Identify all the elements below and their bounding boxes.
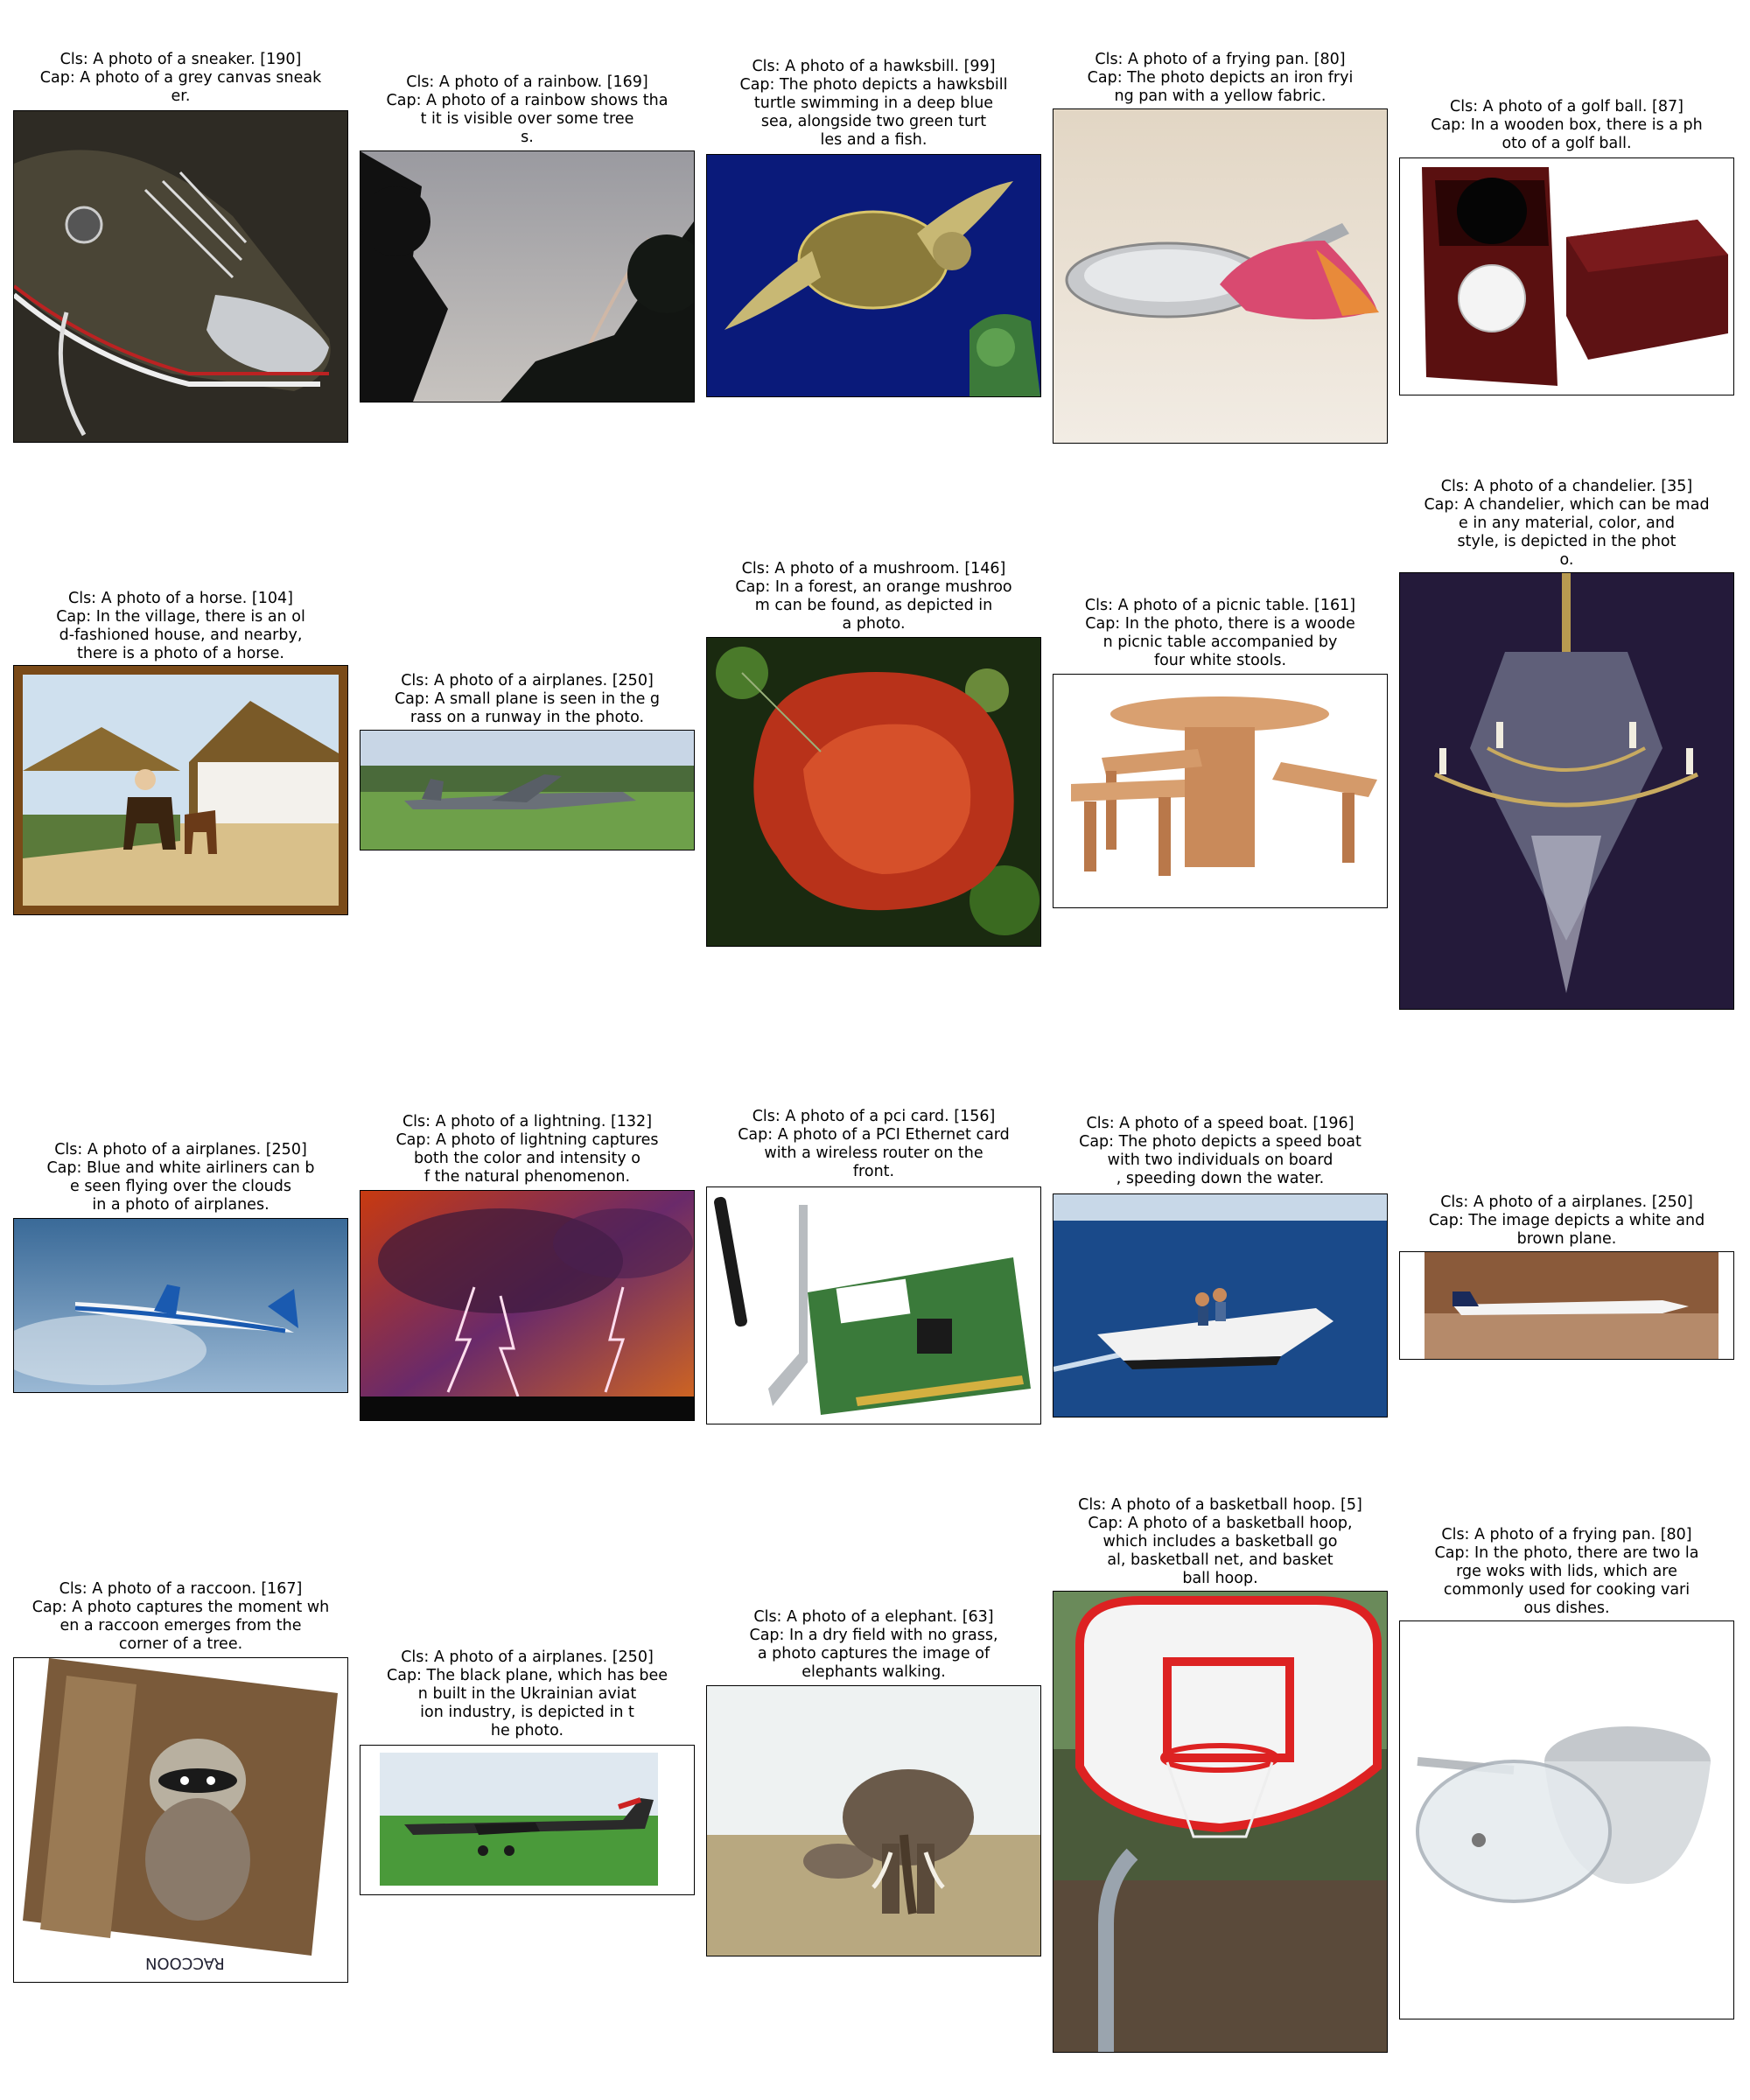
pci-card-icon <box>706 1186 1041 1424</box>
rainbow-icon <box>360 150 695 402</box>
cls-label: Cls: A photo of a hawksbill. [99] <box>752 58 996 75</box>
caption: Cls: A photo of a elephant. [63] Cap: In … <box>706 1608 1041 1682</box>
cls-label: Cls: A photo of a horse. [104] <box>67 590 293 607</box>
caption: Cls: A photo of a picnic table. [161] Cap… <box>1053 597 1388 670</box>
wok-icon <box>1399 1620 1734 2020</box>
cls-label: Cls: A photo of a frying pan. [80] <box>1441 1526 1692 1544</box>
caption: Cls: A photo of a golf ball. [87] Cap: In… <box>1399 98 1734 153</box>
airliner-icon <box>13 1218 348 1393</box>
airplane-icon <box>360 730 695 850</box>
cls-label: Cls: A photo of a airplanes. [250] <box>54 1141 307 1158</box>
cap-text: Cap: The image depicts a white and brown… <box>1428 1212 1705 1248</box>
cls-label: Cls: A photo of a mushroom. [146] <box>741 560 1006 578</box>
caption: Cls: A photo of a airplanes. [250] Cap: B… <box>13 1141 348 1214</box>
cls-label: Cls: A photo of a airplanes. [250] <box>1440 1194 1693 1211</box>
turtle-icon <box>706 154 1041 397</box>
caption: Cls: A photo of a sneaker. [190] Cap: A p… <box>13 51 348 106</box>
cap-text: Cap: A photo of lightning captures both … <box>396 1131 659 1186</box>
lightning-icon <box>360 1190 695 1421</box>
caption: Cls: A photo of a rainbow. [169] Cap: A p… <box>360 74 695 147</box>
caption: Cls: A photo of a airplanes. [250] Cap: T… <box>1399 1194 1734 1249</box>
cap-text: Cap: A chandelier, which can be mad e in… <box>1424 496 1710 569</box>
cls-label: Cls: A photo of a rainbow. [169] <box>406 74 648 91</box>
cls-label: Cls: A photo of a chandelier. [35] <box>1440 478 1693 495</box>
caption: Cls: A photo of a airplanes. [250] Cap: T… <box>360 1648 695 1740</box>
cap-text: Cap: In the photo, there is a woode n pi… <box>1085 615 1355 669</box>
cap-text: Cap: In a forest, an orange mushroo m ca… <box>735 578 1012 633</box>
cap-text: Cap: A photo captures the moment wh en a… <box>32 1599 330 1653</box>
caption: Cls: A photo of a mushroom. [146] Cap: In… <box>706 560 1041 634</box>
cap-text: Cap: A photo of a grey canvas sneak er. <box>39 69 322 105</box>
cap-text: Cap: In a dry field with no grass, a pho… <box>749 1627 998 1681</box>
cls-label: Cls: A photo of a golf ball. [87] <box>1450 98 1684 116</box>
caption: Cls: A photo of a lightning. [132] Cap: A… <box>360 1113 695 1186</box>
cap-text: Cap: A photo of a PCI Ethernet card with… <box>738 1126 1010 1180</box>
cap-text: Cap: Blue and white airliners can b e se… <box>46 1159 315 1214</box>
cap-text: Cap: A photo of a rainbow shows tha t it… <box>386 92 668 146</box>
sneaker-icon <box>13 110 348 443</box>
cls-label: Cls: A photo of a picnic table. [161] <box>1084 597 1356 614</box>
prop-plane-icon <box>360 1745 695 1895</box>
caption: Cls: A photo of a horse. [104] Cap: In th… <box>13 590 348 663</box>
speed-boat-icon <box>1053 1194 1388 1418</box>
horse-icon <box>13 665 348 915</box>
basketball-hoop-icon <box>1053 1591 1388 2053</box>
cls-label: Cls: A photo of a basketball hoop. [5] <box>1078 1496 1362 1514</box>
caption: Cls: A photo of a speed boat. [196] Cap: … <box>1053 1115 1388 1188</box>
caption: Cls: A photo of a airplanes. [250] Cap: A… <box>360 672 695 727</box>
cls-label: Cls: A photo of a speed boat. [196] <box>1086 1115 1354 1132</box>
cap-text: Cap: The black plane, which has bee n bu… <box>387 1667 668 1740</box>
raccoon-icon: RACCOON <box>13 1657 348 1983</box>
cls-label: Cls: A photo of a elephant. [63] <box>753 1608 994 1626</box>
caption: Cls: A photo of a pci card. [156] Cap: A … <box>706 1108 1041 1181</box>
cls-label: Cls: A photo of a raccoon. [167] <box>59 1580 303 1598</box>
cap-text: Cap: In the photo, there are two la rge … <box>1434 1544 1699 1617</box>
cls-label: Cls: A photo of a airplanes. [250] <box>401 1648 654 1666</box>
photo-text: RACCOON <box>145 1954 225 1972</box>
cap-text: Cap: The photo depicts an iron fryi ng p… <box>1087 69 1354 105</box>
cls-label: Cls: A photo of a pci card. [156] <box>752 1108 996 1125</box>
cls-label: Cls: A photo of a lightning. [132] <box>402 1113 653 1130</box>
caption: Cls: A photo of a frying pan. [80] Cap: T… <box>1053 51 1388 106</box>
caption: Cls: A photo of a frying pan. [80] Cap: I… <box>1399 1526 1734 1618</box>
cls-label: Cls: A photo of a sneaker. [190] <box>60 51 302 68</box>
cap-text: Cap: In the village, there is an ol d-fa… <box>56 608 305 662</box>
cap-text: Cap: A small plane is seen in the g rass… <box>394 690 661 726</box>
caption: Cls: A photo of a basketball hoop. [5] Ca… <box>1053 1496 1388 1588</box>
frying-pan-icon <box>1053 108 1388 444</box>
picnic-table-icon <box>1053 674 1388 908</box>
caption: Cls: A photo of a raccoon. [167] Cap: A p… <box>13 1580 348 1654</box>
chandelier-icon <box>1399 572 1734 1010</box>
elephant-icon <box>706 1685 1041 1956</box>
cap-text: Cap: A photo of a basketball hoop, which… <box>1088 1515 1353 1587</box>
cap-text: Cap: The photo depicts a hawksbill turtl… <box>739 76 1008 149</box>
jet-icon <box>1399 1251 1734 1360</box>
cap-text: Cap: In a wooden box, there is a ph oto … <box>1431 116 1703 152</box>
cls-label: Cls: A photo of a airplanes. [250] <box>401 672 654 690</box>
golf-ball-icon <box>1399 158 1734 396</box>
cls-label: Cls: A photo of a frying pan. [80] <box>1095 51 1346 68</box>
mushroom-icon <box>706 637 1041 947</box>
caption: Cls: A photo of a chandelier. [35] Cap: A… <box>1399 478 1734 570</box>
cap-text: Cap: The photo depicts a speed boat with… <box>1079 1133 1362 1187</box>
caption: Cls: A photo of a hawksbill. [99] Cap: Th… <box>706 58 1041 150</box>
